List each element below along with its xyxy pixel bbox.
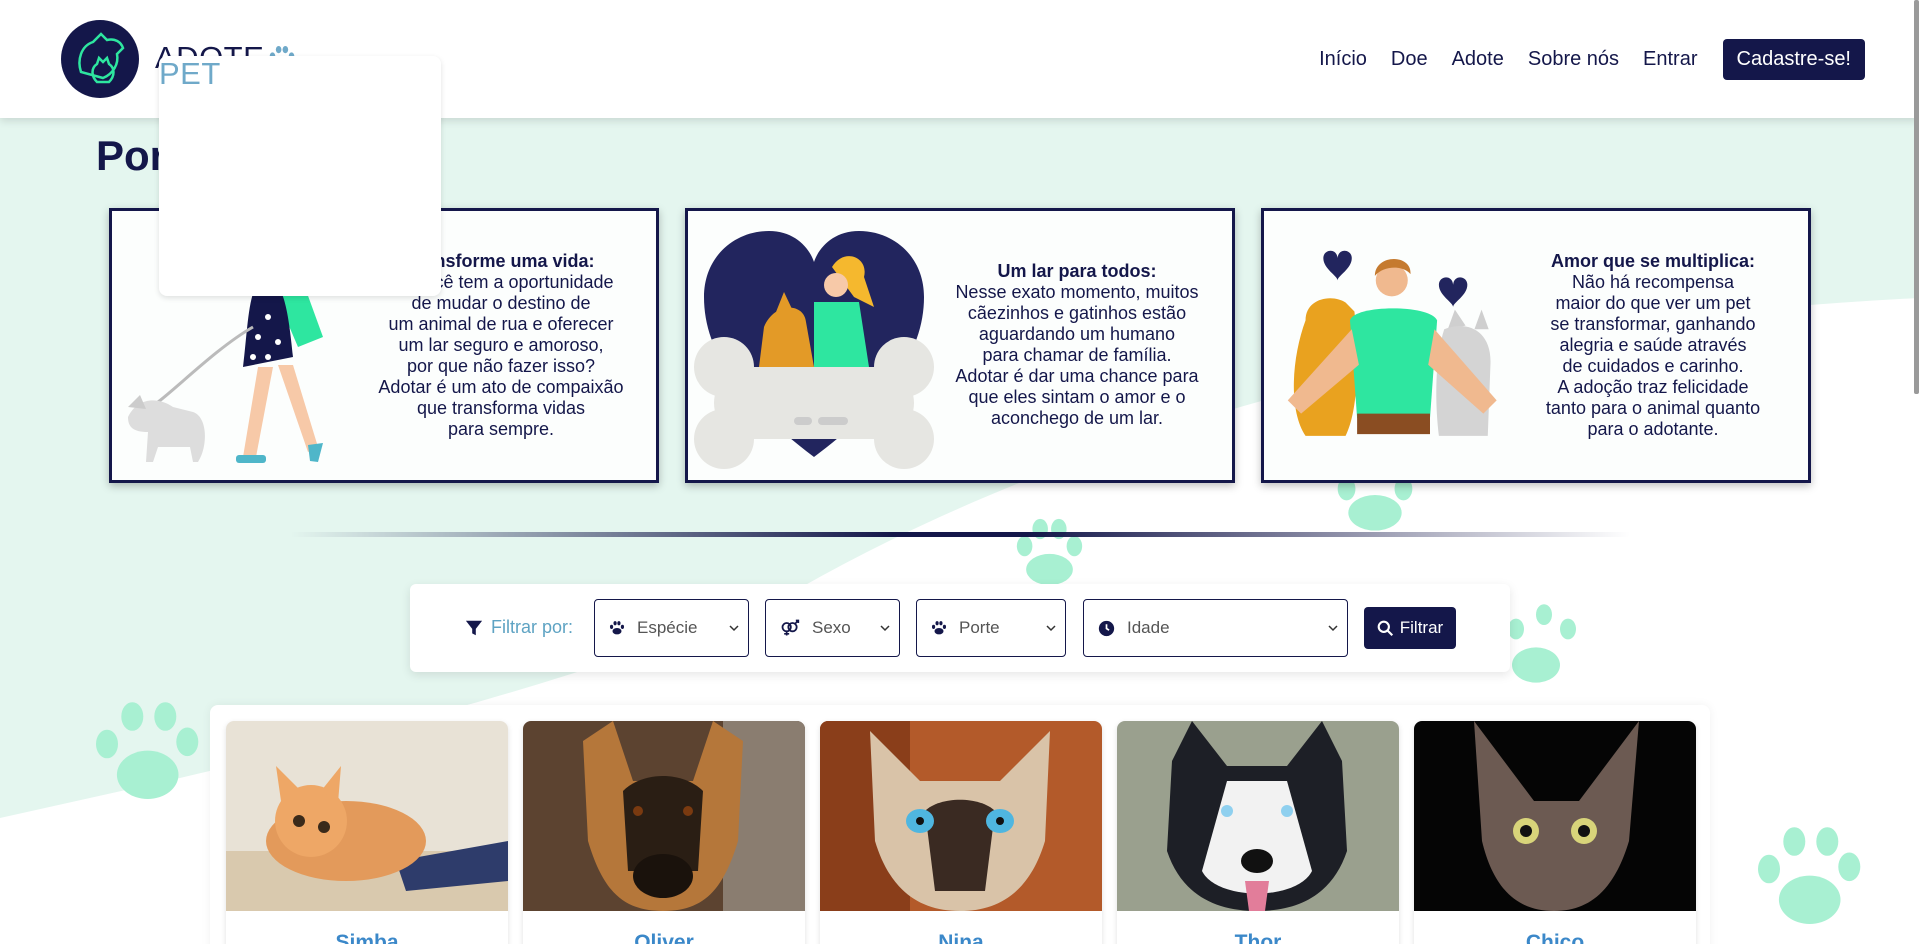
paw-decoration-icon	[1758, 827, 1861, 924]
search-icon	[1377, 620, 1393, 636]
filter-bar: Filtrar por: Espécie Sexo Porte Idade Fi…	[410, 584, 1510, 672]
filter-button[interactable]: Filtrar	[1364, 607, 1456, 649]
scrollbar[interactable]	[1914, 0, 1919, 394]
card-body: Se você tem a oportunidade de mudar o de…	[378, 272, 624, 439]
pet-name: Oliver	[634, 931, 694, 944]
card-body: Não há recompensa maior do que ver um pe…	[1545, 272, 1761, 439]
paw-decoration-icon	[1508, 604, 1576, 683]
logo-accent: PET	[159, 56, 441, 296]
paw-icon	[931, 620, 947, 636]
main-nav: Início Doe Adote Sobre nós Entrar Cadast…	[1295, 39, 1865, 80]
chevron-down-icon	[1328, 625, 1338, 632]
logo-icon[interactable]	[61, 20, 139, 98]
chevron-down-icon	[880, 625, 890, 632]
sex-select-value: Sexo	[812, 618, 851, 637]
pet-list: Simba Oliver Nina Thor Chico	[210, 705, 1710, 944]
species-select-value: Espécie	[637, 618, 698, 637]
nav-link-adote[interactable]: Adote	[1452, 48, 1504, 71]
sphynx-cat-photo	[1414, 721, 1696, 911]
section-divider	[290, 532, 1630, 537]
chevron-down-icon	[729, 625, 739, 632]
size-select[interactable]: Porte	[916, 599, 1066, 657]
site-header: ADOTE PET Início Doe Adote Sobre nós Ent…	[0, 0, 1919, 296]
filter-button-label: Filtrar	[1399, 618, 1444, 637]
card-title: Um lar para todos:	[997, 261, 1157, 281]
gender-icon	[780, 619, 800, 637]
paw-decoration-icon	[1016, 518, 1083, 585]
nav-link-entrar[interactable]: Entrar	[1643, 48, 1697, 71]
pet-card[interactable]: Simba	[226, 721, 508, 944]
card-text: Um lar para todos: Nesse exato momento, …	[932, 261, 1222, 429]
paw-decoration-icon	[96, 702, 199, 799]
sex-select[interactable]: Sexo	[765, 599, 900, 657]
pet-name: Nina	[938, 931, 984, 944]
nav-link-sobre[interactable]: Sobre nós	[1528, 48, 1619, 71]
german-shepherd-photo	[523, 721, 805, 911]
person-with-pets-illustration	[1287, 250, 1497, 436]
kitten-photo	[226, 721, 508, 911]
clock-icon	[1098, 620, 1115, 637]
reason-card: Um lar para todos: Nesse exato momento, …	[685, 208, 1235, 483]
funnel-icon	[465, 620, 483, 635]
pet-card[interactable]: Nina	[820, 721, 1102, 944]
pet-card[interactable]: Chico	[1414, 721, 1696, 944]
paw-icon	[609, 620, 625, 636]
pet-card[interactable]: Thor	[1117, 721, 1399, 944]
logo-text[interactable]: ADOTE PET	[155, 40, 441, 296]
heart-bone-illustration	[694, 231, 934, 469]
card-title: Amor que se multiplica:	[1550, 251, 1756, 271]
filter-label: Filtrar por:	[465, 617, 573, 638]
siamese-cat-photo	[820, 721, 1102, 911]
signup-button[interactable]: Cadastre-se!	[1722, 39, 1865, 80]
reason-card: Amor que se multiplica: Não há recompens…	[1261, 208, 1811, 483]
card-body: Nesse exato momento, muitos cãezinhos e …	[955, 282, 1199, 428]
pet-name: Thor	[1234, 931, 1282, 944]
species-select[interactable]: Espécie	[594, 599, 749, 657]
nav-link-inicio[interactable]: Início	[1319, 48, 1367, 71]
nav-link-doe[interactable]: Doe	[1391, 48, 1428, 71]
pet-name: Chico	[1525, 931, 1585, 944]
size-select-value: Porte	[959, 618, 1000, 637]
pet-card[interactable]: Oliver	[523, 721, 805, 944]
chevron-down-icon	[1046, 625, 1056, 632]
pet-name: Simba	[335, 931, 399, 944]
age-select-value: Idade	[1127, 618, 1170, 637]
husky-photo	[1117, 721, 1399, 911]
card-text: Amor que se multiplica: Não há recompens…	[1508, 251, 1798, 440]
age-select[interactable]: Idade	[1083, 599, 1348, 657]
filter-label-text: Filtrar por:	[491, 617, 574, 637]
